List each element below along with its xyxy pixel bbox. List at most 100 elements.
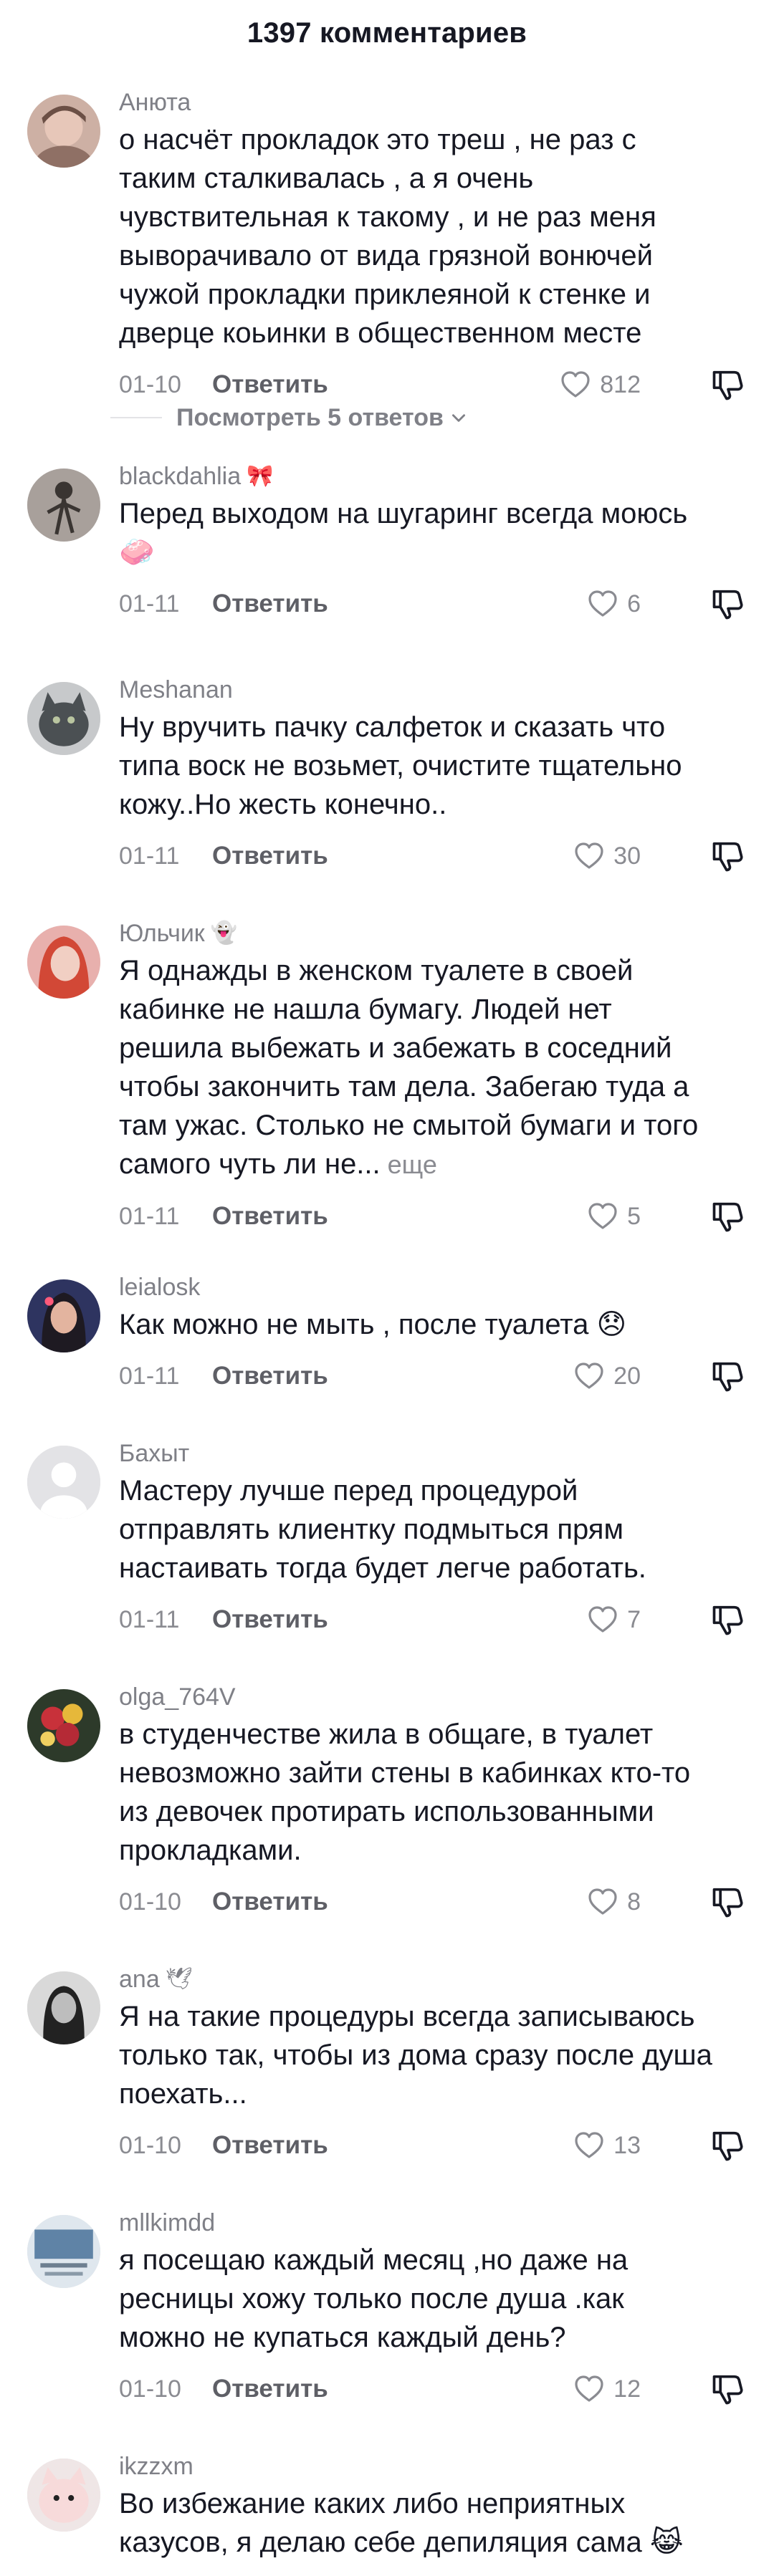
like-button[interactable]: 20	[572, 1344, 641, 1408]
dislike-button[interactable]	[710, 572, 747, 636]
comment-username[interactable]: ikzzxm	[119, 2433, 747, 2483]
bow-emoji: 🎀	[247, 464, 274, 488]
thumbs-down-icon	[712, 1605, 743, 1635]
comment-meta: 01-10 Ответить 8	[119, 1870, 747, 1934]
dislike-button[interactable]	[710, 1184, 747, 1249]
like-count: 7	[627, 1605, 641, 1633]
reply-button[interactable]: Ответить	[212, 1202, 328, 1231]
heart-icon	[575, 2375, 603, 2402]
comment-meta: 01-10 Ответить 13	[119, 2113, 747, 2178]
replies-divider-line	[110, 417, 162, 418]
avatar[interactable]	[27, 468, 100, 542]
dislike-button[interactable]	[710, 2113, 747, 2178]
like-button[interactable]: 7	[586, 1587, 641, 1652]
reply-button[interactable]: Ответить	[212, 2131, 328, 2160]
reply-button[interactable]: Ответить	[212, 2375, 328, 2403]
avatar-image	[27, 1279, 100, 1352]
comment-username[interactable]: leialosk	[119, 1254, 747, 1304]
comment-username[interactable]: Meshanan	[119, 656, 747, 706]
like-count: 12	[613, 2375, 641, 2403]
avatar-image	[27, 1446, 100, 1519]
view-replies-button[interactable]: Посмотреть 5 ответов	[0, 393, 774, 443]
like-count: 6	[627, 590, 641, 617]
chevron-down-icon	[452, 414, 465, 422]
dislike-button[interactable]	[710, 1587, 747, 1652]
heart-icon	[588, 1888, 617, 1915]
avatar[interactable]	[27, 1279, 100, 1352]
reply-button[interactable]: Ответить	[212, 1888, 328, 1916]
comment-meta: 01-11 Ответить 6	[119, 572, 747, 636]
comment-username[interactable]: Анюта	[119, 69, 747, 119]
avatar-image	[27, 2459, 100, 2532]
heart-icon	[575, 842, 603, 869]
dove-emoji: 🕊	[165, 1967, 193, 1991]
reply-button[interactable]: Ответить	[212, 1362, 328, 1390]
comment-meta: 01-11 Ответить 7	[119, 1587, 747, 1652]
avatar[interactable]	[27, 1689, 100, 1762]
comment-username[interactable]: mllkimdd	[119, 2189, 747, 2239]
avatar[interactable]	[27, 95, 100, 168]
dislike-button[interactable]	[710, 2357, 747, 2421]
avatar-image	[27, 682, 100, 755]
comment-text: Мастеру лучше перед процедурой отправлят…	[119, 1475, 646, 1584]
avatar[interactable]	[27, 2215, 100, 2288]
heart-icon	[588, 1203, 617, 1229]
avatar-image	[27, 2215, 100, 2288]
comment-username[interactable]: ana 🕊	[119, 1946, 747, 1996]
reply-button[interactable]: Ответить	[212, 590, 328, 618]
avatar[interactable]	[27, 1446, 100, 1519]
comment-date: 01-10	[119, 1888, 181, 1916]
like-button[interactable]: 8	[586, 1870, 641, 1934]
comment-text: о насчёт прокладок это треш , не раз с т…	[119, 124, 656, 349]
avatar[interactable]	[27, 682, 100, 755]
comment-text: в студенчестве жила в общаге, в туалет н…	[119, 1719, 691, 1866]
comment-date: 01-11	[119, 590, 180, 617]
heart-icon	[588, 1606, 617, 1633]
like-button[interactable]: 5	[586, 1184, 641, 1249]
comments-list: Анюта о насчёт прокладок это треш , не р…	[0, 69, 774, 2576]
comment-text: Ну вручить пачку салфеток и сказать что …	[119, 711, 682, 820]
comment-date: 01-10	[119, 2131, 181, 2159]
comment-username[interactable]: blackdahlia 🎀	[119, 443, 747, 493]
comment-item: mllkimdd я посещаю каждый месяц ,но даже…	[0, 2189, 774, 2433]
reply-button[interactable]: Ответить	[212, 842, 328, 870]
see-more-link[interactable]: еще	[388, 1150, 437, 1179]
comment-item: Анюта о насчёт прокладок это треш , не р…	[0, 69, 774, 400]
comment-text: Как можно не мыть , после туалета 😞	[119, 1309, 627, 1340]
comment-meta: 01-10 Ответить 12	[119, 2357, 747, 2421]
comment-username[interactable]: Юльчик 👻	[119, 900, 747, 950]
comment-item: Юльчик 👻 Я однажды в женском туалете в св…	[0, 900, 774, 1254]
dislike-button[interactable]	[710, 1344, 747, 1408]
comment-item: Бахыт Мастеру лучше перед процедурой отп…	[0, 1420, 774, 1663]
avatar-image	[27, 1689, 100, 1762]
avatar-image	[27, 1971, 100, 2044]
reply-button[interactable]: Ответить	[212, 1605, 328, 1634]
like-button[interactable]: 12	[572, 2357, 641, 2421]
comment-username[interactable]: Бахыт	[119, 1420, 747, 1470]
like-button[interactable]: 30	[572, 824, 641, 888]
like-count: 8	[627, 1888, 641, 1916]
comment-item: Meshanan Ну вручить пачку салфеток и ска…	[0, 656, 774, 900]
avatar[interactable]	[27, 926, 100, 999]
avatar[interactable]	[27, 2459, 100, 2532]
like-count: 30	[613, 842, 641, 870]
comment-item: blackdahlia 🎀 Перед выходом на шугаринг в…	[0, 443, 774, 656]
comment-text: Я на такие процедуры всегда записываюсь …	[119, 2001, 712, 2110]
like-count: 5	[627, 1202, 641, 1230]
comment-item: ana 🕊 Я на такие процедуры всегда записыв…	[0, 1946, 774, 2189]
like-count: 13	[613, 2131, 641, 2159]
thumbs-down-icon	[712, 1888, 743, 1918]
comment-meta: 01-11 Ответить 30	[119, 824, 747, 888]
comment-date: 01-11	[119, 1605, 180, 1633]
comment-text: Я однажды в женском туалете в своей каби…	[119, 955, 699, 1180]
thumbs-down-icon	[712, 1362, 743, 1392]
avatar[interactable]	[27, 1971, 100, 2044]
comment-text: Перед выходом на шугаринг всегда моюсь 🧼	[119, 498, 688, 568]
comment-date: 01-11	[119, 842, 180, 870]
dislike-button[interactable]	[710, 824, 747, 888]
like-button[interactable]: 6	[586, 572, 641, 636]
comment-meta: 01-11 Ответить 20	[119, 1344, 747, 1408]
like-button[interactable]: 13	[572, 2113, 641, 2178]
comment-username[interactable]: olga_764V	[119, 1663, 747, 1714]
dislike-button[interactable]	[710, 1870, 747, 1934]
